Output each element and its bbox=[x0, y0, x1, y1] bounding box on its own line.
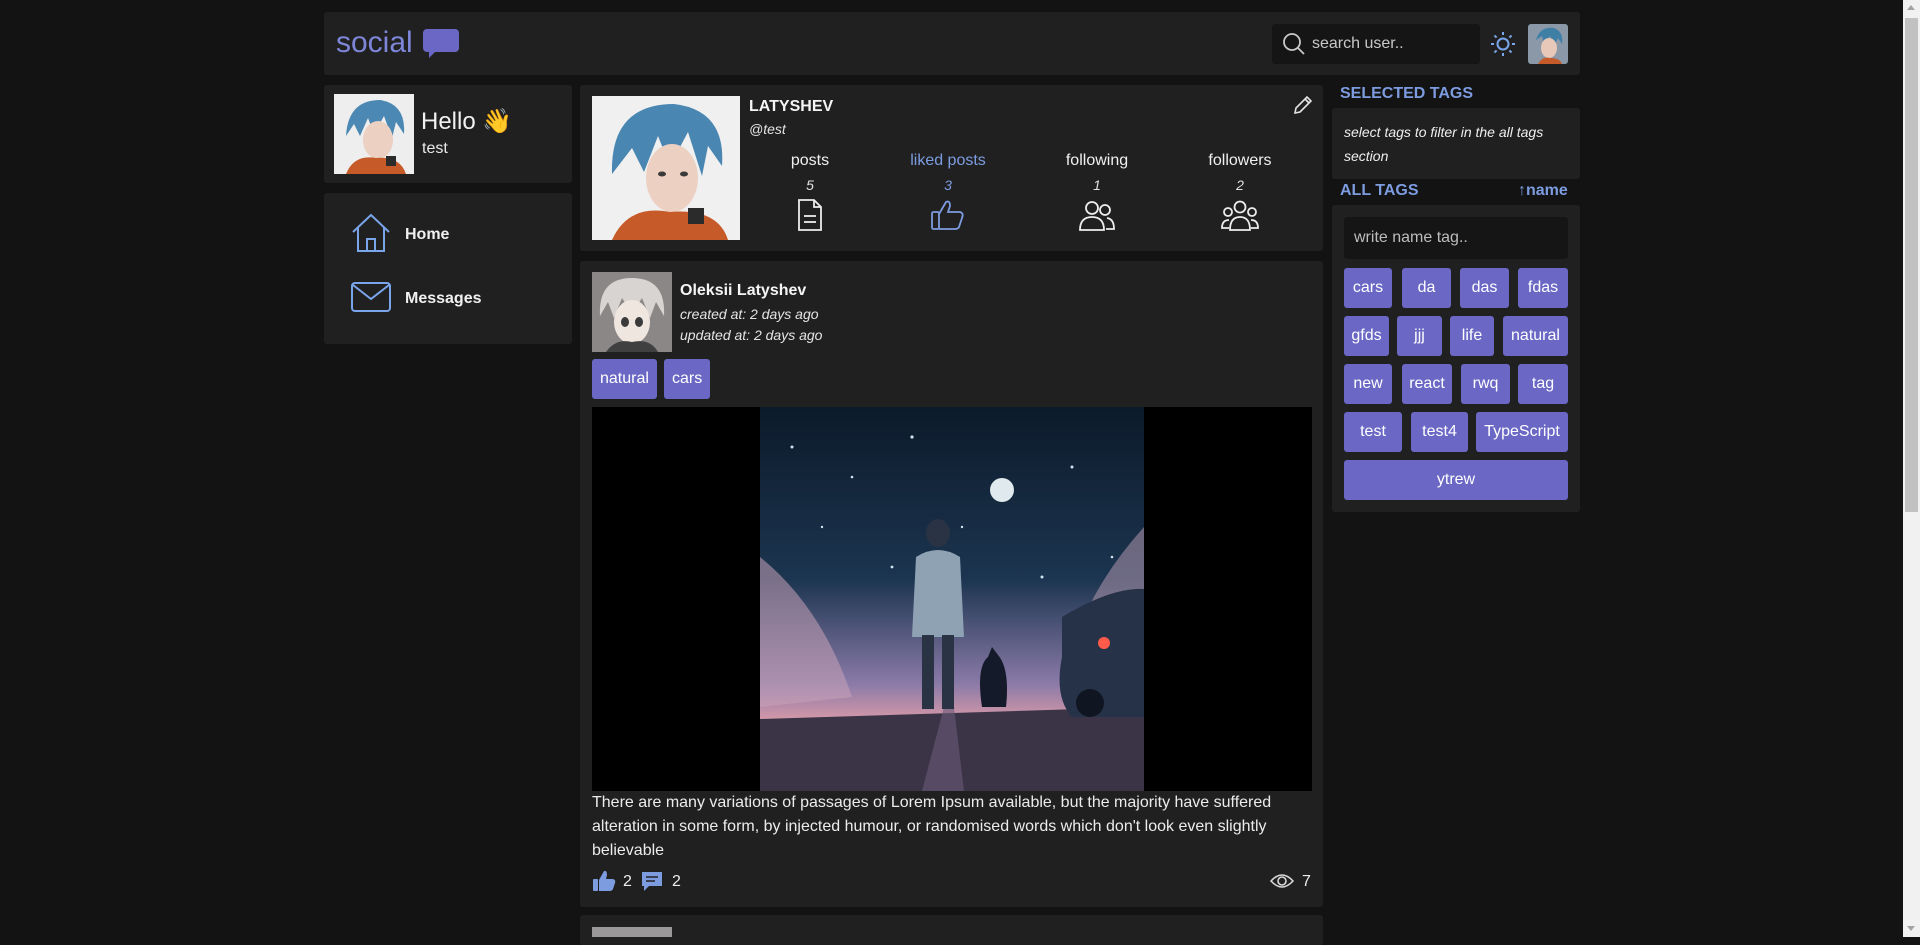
scrollbar-thumb[interactable] bbox=[1905, 18, 1918, 512]
sort-by-name-button[interactable]: ↑name bbox=[1518, 182, 1568, 200]
pencil-icon[interactable] bbox=[1292, 94, 1314, 121]
tag-chip[interactable]: das bbox=[1460, 268, 1509, 308]
comment-count: 2 bbox=[672, 873, 681, 890]
tag-chip[interactable]: new bbox=[1344, 364, 1392, 404]
post-author-avatar[interactable] bbox=[592, 272, 672, 352]
stat-label: following bbox=[1065, 152, 1129, 169]
stat-value: 5 bbox=[806, 177, 814, 193]
tag-chip[interactable]: jjj bbox=[1397, 316, 1442, 356]
comment-button[interactable] bbox=[640, 870, 664, 899]
post-card bbox=[580, 915, 1323, 945]
search-input[interactable] bbox=[1312, 24, 1472, 64]
tag-search-input[interactable] bbox=[1344, 217, 1568, 259]
stat-value: 3 bbox=[944, 177, 952, 193]
post-author-avatar[interactable] bbox=[592, 927, 672, 937]
tag-chip[interactable]: cars bbox=[1344, 268, 1392, 308]
tag-chip[interactable]: life bbox=[1450, 316, 1494, 356]
stat-liked-posts[interactable]: liked posts 3 bbox=[883, 151, 1013, 232]
home-icon bbox=[349, 211, 393, 260]
tag-chip[interactable]: test4 bbox=[1411, 412, 1468, 452]
user-avatar[interactable] bbox=[1528, 24, 1568, 64]
greeting-title: Hello 👋 bbox=[421, 108, 513, 135]
stat-following[interactable]: following 1 bbox=[1032, 151, 1162, 232]
avatar bbox=[334, 94, 414, 174]
search-icon bbox=[1282, 32, 1306, 61]
scroll-up-arrow[interactable] bbox=[1907, 5, 1915, 10]
stat-label: liked posts bbox=[910, 152, 986, 169]
stat-posts[interactable]: posts 5 bbox=[745, 151, 875, 232]
post-created: created at: 2 days ago bbox=[680, 306, 819, 322]
tag-chip[interactable]: test bbox=[1344, 412, 1402, 452]
chat-bubble-icon bbox=[423, 29, 459, 64]
nav-item-messages[interactable]: Messages bbox=[349, 276, 549, 322]
scroll-down-arrow[interactable] bbox=[1907, 926, 1915, 931]
logo-text[interactable]: social bbox=[336, 24, 413, 62]
tag-chip[interactable]: da bbox=[1402, 268, 1451, 308]
like-button[interactable] bbox=[592, 870, 616, 897]
profile-avatar bbox=[592, 96, 740, 240]
view-count: 7 bbox=[1302, 873, 1311, 890]
tag-chip[interactable]: tag bbox=[1518, 364, 1568, 404]
tag-chip[interactable]: rwq bbox=[1461, 364, 1510, 404]
sun-icon[interactable] bbox=[1490, 31, 1516, 62]
selected-tags-title: SELECTED TAGS bbox=[1340, 85, 1474, 102]
tag-chip[interactable]: gfds bbox=[1344, 316, 1389, 356]
users-icon bbox=[1032, 198, 1162, 232]
nav-item-home[interactable]: Home bbox=[349, 212, 549, 258]
post-tag[interactable]: natural bbox=[592, 359, 657, 399]
thumbs-up-icon bbox=[883, 198, 1013, 232]
stat-value: 1 bbox=[1093, 177, 1101, 193]
stat-label: posts bbox=[790, 152, 830, 169]
eye-icon bbox=[1269, 872, 1295, 895]
post-tag[interactable]: cars bbox=[664, 359, 711, 399]
document-icon bbox=[745, 198, 875, 232]
like-count: 2 bbox=[623, 873, 632, 890]
group-icon bbox=[1175, 198, 1305, 232]
greeting-username: test bbox=[422, 140, 448, 157]
tag-chip[interactable]: ytrew bbox=[1344, 460, 1568, 500]
tag-chip[interactable]: TypeScript bbox=[1476, 412, 1568, 452]
selected-tags-hint: select tags to filter in the all tags se… bbox=[1344, 124, 1544, 164]
stat-followers[interactable]: followers 2 bbox=[1175, 151, 1305, 232]
post-author-name[interactable]: Oleksii Latyshev bbox=[680, 282, 806, 300]
tag-chip[interactable]: natural bbox=[1503, 316, 1568, 356]
mail-icon bbox=[349, 275, 393, 324]
profile-name: LATYSHEV bbox=[749, 98, 834, 115]
profile-handle: @test bbox=[749, 121, 786, 137]
tag-chip[interactable]: react bbox=[1402, 364, 1452, 404]
stat-label: followers bbox=[1208, 152, 1272, 169]
post-image[interactable] bbox=[592, 407, 1312, 791]
post-updated: updated at: 2 days ago bbox=[680, 327, 823, 343]
all-tags-title: ALL TAGS bbox=[1340, 182, 1419, 199]
nav-item-label: Messages bbox=[405, 290, 482, 307]
nav-item-label: Home bbox=[405, 226, 450, 243]
stat-value: 2 bbox=[1236, 177, 1244, 193]
tag-chip[interactable]: fdas bbox=[1518, 268, 1568, 308]
post-text: There are many variations of passages of… bbox=[592, 794, 1272, 859]
